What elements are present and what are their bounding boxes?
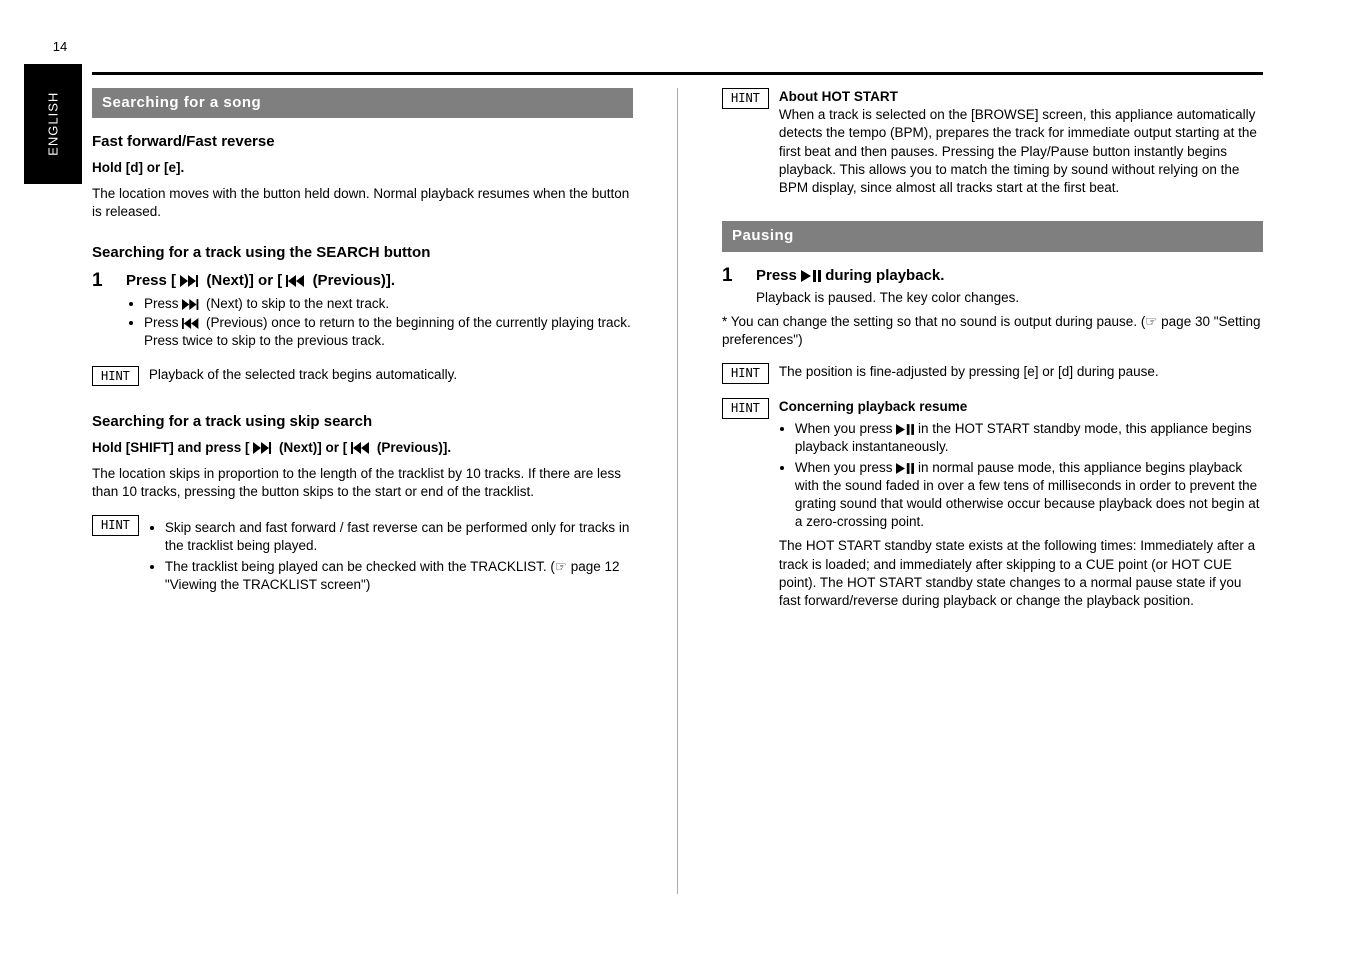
hint-hotstart-label: HINT [722, 88, 769, 109]
step-pause-post: during playback. [825, 267, 944, 284]
hint-resume-line1: When you press in the HOT START standby … [795, 420, 1263, 456]
play-pause-icon [801, 270, 821, 282]
heading-search-button: Searching for a track using the SEARCH b… [92, 243, 633, 263]
step-pause-text: Press during playback. Playback is pause… [756, 266, 1263, 307]
hint-resume-body: Concerning playback resume When you pres… [779, 398, 1263, 610]
language-tab-label: ENGLISH [44, 92, 62, 156]
hint-hotstart-heading: About HOT START [779, 88, 1263, 106]
skip-search-mid: (Next)] or [ [279, 440, 347, 455]
skip-search-pre: Hold [SHIFT] and press [ [92, 440, 250, 455]
prev-track-icon-small [182, 318, 202, 329]
hint-hotstart: HINT About HOT START When a track is sel… [722, 88, 1263, 197]
step-1-line2: (Next)] or [ [206, 272, 282, 289]
top-rule [92, 72, 1263, 75]
step-1-sub: Press (Next) to skip to the next track. … [126, 295, 633, 350]
step-pause-number: 1 [722, 266, 742, 307]
next-track-icon-small [182, 299, 202, 310]
hint-2-label: HINT [92, 515, 139, 536]
hint-hotstart-body: About HOT START When a track is selected… [779, 88, 1263, 197]
hint-1-body: Playback of the selected track begins au… [149, 366, 633, 384]
skip-search-action: Hold [SHIFT] and press [ (Next)] or [ (P… [92, 439, 633, 457]
hint-2-body: Skip search and fast forward / fast reve… [149, 515, 633, 596]
resume-line1-pre: When you press [795, 421, 896, 436]
hint-fineadjust-label: HINT [722, 363, 769, 384]
pause-note: * You can change the setting so that no … [722, 313, 1263, 349]
step-pause-sub: Playback is paused. The key color change… [756, 289, 1263, 307]
left-column: Searching for a song Fast forward/Fast r… [92, 88, 633, 894]
step1-item1-pre: Press [144, 315, 182, 330]
hint-resume-tail: The HOT START standby state exists at th… [779, 537, 1263, 610]
step1-item0-pre: Press [144, 296, 182, 311]
step-1-item-next: Press (Next) to skip to the next track. [144, 295, 633, 313]
hint-fineadjust: HINT The position is fine-adjusted by pr… [722, 363, 1263, 384]
hint-1-label: HINT [92, 366, 139, 387]
step-pause: 1 Press during playback. Playback is pau… [722, 266, 1263, 307]
hint-1: HINT Playback of the selected track begi… [92, 366, 633, 387]
hint-2-item-0: Skip search and fast forward / fast reve… [165, 519, 633, 555]
step-pause-pre: Press [756, 267, 801, 284]
hint-fineadjust-body: The position is fine-adjusted by pressin… [779, 363, 1263, 381]
step1-item0-post: (Next) to skip to the next track. [206, 296, 389, 311]
skip-search-end: (Previous)]. [377, 440, 451, 455]
step-1: 1 Press [ (Next)] or [ (Previous)]. Pres… [92, 271, 633, 351]
skip-search-desc: The location skips in proportion to the … [92, 465, 633, 501]
step1-item1-post: (Previous) once to return to the beginni… [144, 315, 631, 348]
play-pause-icon-3 [896, 463, 914, 474]
heading-ff-fr: Fast forward/Fast reverse [92, 132, 633, 152]
prev-track-icon-2 [351, 442, 373, 454]
play-pause-icon-2 [896, 424, 914, 435]
hint-resume: HINT Concerning playback resume When you… [722, 398, 1263, 610]
content-columns: Searching for a song Fast forward/Fast r… [92, 88, 1263, 894]
hint-hotstart-text: When a track is selected on the [BROWSE]… [779, 106, 1263, 197]
hint-resume-line2: When you press in normal pause mode, thi… [795, 459, 1263, 532]
right-column: HINT About HOT START When a track is sel… [677, 88, 1263, 894]
page-number: 14 [42, 38, 78, 56]
section-title-pausing: Pausing [722, 221, 1263, 251]
step-1-line1: Press [ [126, 272, 176, 289]
step-1-item-prev: Press (Previous) once to return to the b… [144, 314, 633, 349]
step-1-text: Press [ (Next)] or [ (Previous)]. Press … [126, 271, 633, 351]
hint-resume-heading: Concerning playback resume [779, 398, 1263, 416]
prev-track-icon [286, 275, 308, 287]
heading-skip-search: Searching for a track using skip search [92, 412, 633, 432]
step-1-line3: (Previous)]. [313, 272, 396, 289]
hint-2-item-1: The tracklist being played can be checke… [165, 558, 633, 594]
next-track-icon [180, 275, 202, 287]
hint-2: HINT Skip search and fast forward / fast… [92, 515, 633, 596]
resume-line2-pre: When you press [795, 460, 896, 475]
ff-fr-action-bold: Hold [d] or [e]. [92, 160, 184, 175]
hint-resume-label: HINT [722, 398, 769, 419]
step-1-number: 1 [92, 271, 112, 351]
ff-fr-action: Hold [d] or [e]. [92, 159, 633, 177]
ff-fr-desc: The location moves with the button held … [92, 185, 633, 221]
section-title-search: Searching for a song [92, 88, 633, 118]
next-track-icon-2 [253, 442, 275, 454]
language-tab: ENGLISH [24, 64, 82, 184]
